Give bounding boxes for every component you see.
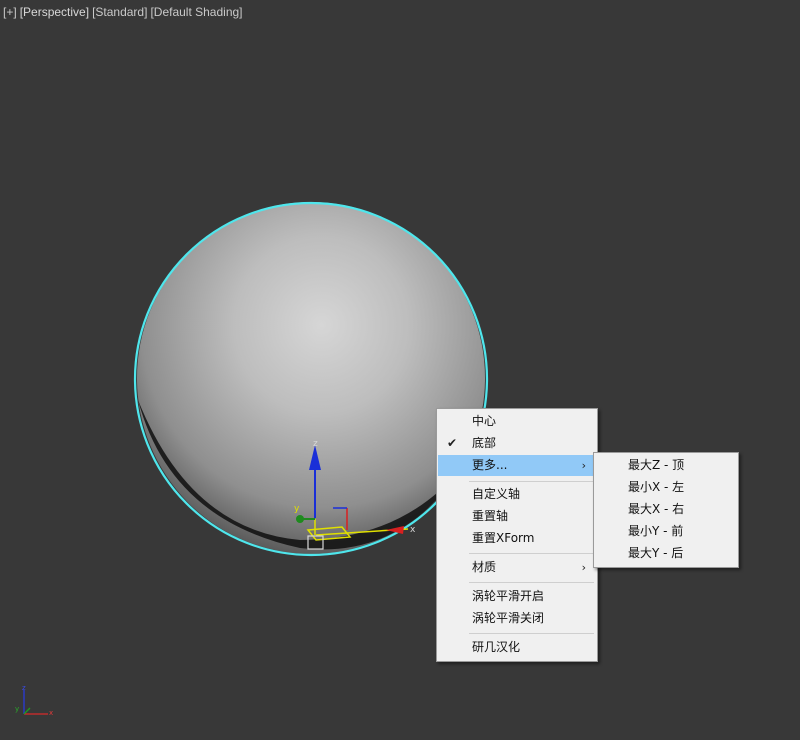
menu-item-custom-pivot[interactable]: 自定义轴: [438, 484, 596, 505]
menu-divider: [469, 481, 594, 482]
world-axis-tripod: z x y: [15, 684, 53, 717]
gizmo-z-label: z: [313, 439, 318, 449]
menu-divider: [469, 633, 594, 634]
submenu-item-max-y-back[interactable]: 最大Y - 后: [595, 543, 737, 564]
menu-divider: [469, 582, 594, 583]
sphere-object[interactable]: [133, 201, 489, 557]
tripod-y-label: y: [15, 705, 19, 713]
menu-item-label: 最小Y - 前: [628, 524, 684, 538]
perspective-viewport[interactable]: [+] [Perspective] [Standard] [Default Shadi…: [0, 0, 800, 740]
menu-item-turbosmooth-off[interactable]: 涡轮平滑关闭: [438, 608, 596, 629]
submenu-item-min-x-left[interactable]: 最小X - 左: [595, 477, 737, 498]
menu-item-label: 重置XForm: [472, 531, 535, 545]
menu-item-label: 最大Y - 后: [628, 546, 684, 560]
submenu-item-min-y-front[interactable]: 最小Y - 前: [595, 521, 737, 542]
gizmo-y-handle[interactable]: [296, 515, 304, 523]
menu-item-bottom[interactable]: ✔ 底部: [438, 433, 596, 454]
menu-item-label: 涡轮平滑关闭: [472, 611, 545, 625]
menu-item-turbosmooth-on[interactable]: 涡轮平滑开启: [438, 586, 596, 607]
menu-item-label: 更多...: [472, 458, 508, 472]
menu-item-label: 重置轴: [472, 509, 509, 523]
menu-item-label: 中心: [472, 414, 497, 428]
menu-divider: [469, 553, 594, 554]
check-icon: ✔: [447, 436, 458, 450]
menu-item-material[interactable]: 材质 ›: [438, 557, 596, 578]
menu-item-reset-xform[interactable]: 重置XForm: [438, 528, 596, 549]
submenu-item-max-z-top[interactable]: 最大Z - 顶: [595, 455, 737, 476]
menu-item-more[interactable]: 更多... ›: [438, 455, 596, 476]
menu-item-label: 最大X - 右: [628, 502, 685, 516]
menu-item-center[interactable]: 中心: [438, 411, 596, 432]
pivot-context-menu: 中心 ✔ 底部 更多... › 自定义轴 重置轴 重置XForm 材质 › 涡轮平滑开…: [436, 408, 598, 662]
tripod-z-label: z: [22, 684, 26, 692]
submenu-item-max-x-right[interactable]: 最大X - 右: [595, 499, 737, 520]
chevron-right-icon: ›: [581, 561, 586, 574]
chevron-right-icon: ›: [581, 459, 586, 472]
scene-canvas: z x y z x y: [15, 201, 489, 717]
menu-item-label: 材质: [472, 560, 497, 574]
menu-item-localization[interactable]: 研几汉化: [438, 637, 596, 658]
menu-item-label: 研几汉化: [472, 640, 521, 654]
menu-item-label: 底部: [472, 436, 497, 450]
menu-item-label: 最大Z - 顶: [628, 458, 685, 472]
menu-item-label: 自定义轴: [472, 487, 521, 501]
tripod-x-label: x: [49, 709, 53, 717]
menu-item-reset-pivot[interactable]: 重置轴: [438, 506, 596, 527]
more-submenu: 最大Z - 顶 最小X - 左 最大X - 右 最小Y - 前 最大Y - 后: [593, 452, 739, 568]
gizmo-x-label: x: [410, 525, 416, 535]
menu-item-label: 最小X - 左: [628, 480, 685, 494]
gizmo-y-label: y: [294, 504, 300, 514]
menu-item-label: 涡轮平滑开启: [472, 589, 545, 603]
